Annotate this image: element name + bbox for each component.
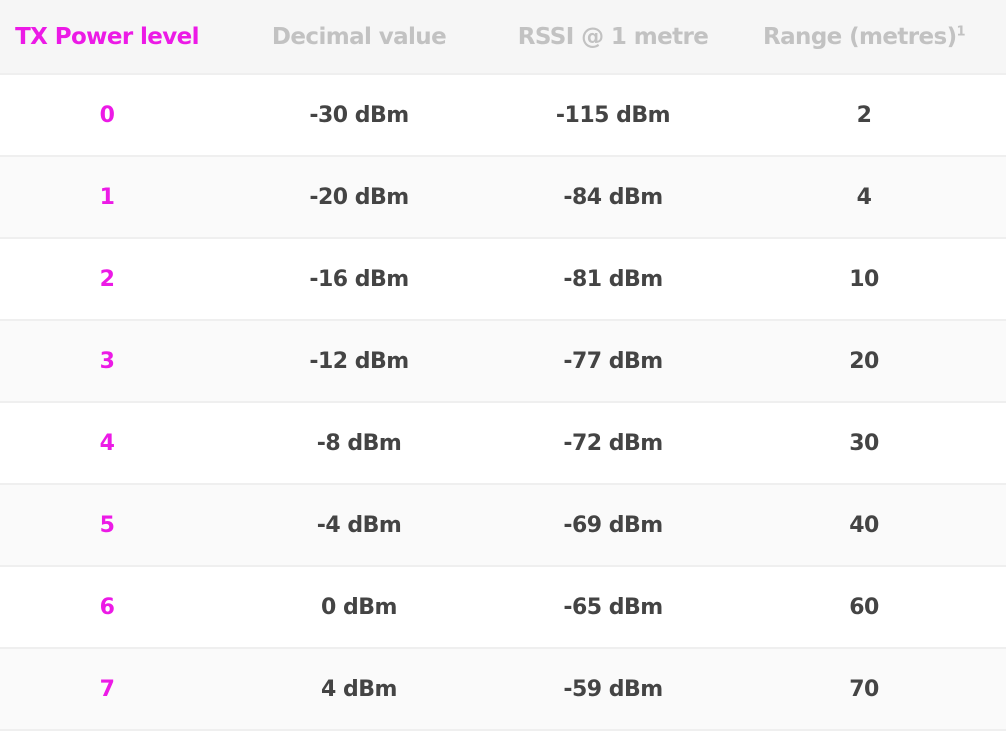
table-row: 1 -20 dBm -84 dBm 4 [0, 156, 1006, 238]
cell-tx-power-level: 5 [99, 512, 115, 538]
cell-range: 4 [856, 184, 872, 210]
cell-decimal-value: -12 dBm [309, 348, 409, 374]
cell-tx-power-level: 2 [99, 266, 115, 292]
cell-decimal-value: 0 dBm [321, 594, 397, 620]
cell-range: 30 [849, 430, 879, 456]
header-decimal-value: Decimal value [271, 23, 447, 50]
cell-range: 60 [849, 594, 879, 620]
cell-rssi: -65 dBm [563, 594, 663, 620]
cell-decimal-value: -8 dBm [316, 430, 402, 456]
cell-tx-power-level: 4 [99, 430, 115, 456]
table-row: 2 -16 dBm -81 dBm 10 [0, 238, 1006, 320]
range-footnote-marker: 1 [956, 23, 966, 39]
table-body: 0 -30 dBm -115 dBm 2 1 -20 dBm -84 dBm 4… [0, 74, 1006, 730]
table-row: 4 -8 dBm -72 dBm 30 [0, 402, 1006, 484]
cell-tx-power-level: 7 [99, 676, 115, 702]
cell-rssi: -69 dBm [563, 512, 663, 538]
table-row: 7 4 dBm -59 dBm 70 [0, 648, 1006, 730]
table-row: 5 -4 dBm -69 dBm 40 [0, 484, 1006, 566]
cell-range: 2 [856, 102, 872, 128]
tx-power-table: TX Power level Decimal value RSSI @ 1 me… [0, 0, 1006, 731]
cell-range: 10 [849, 266, 879, 292]
cell-tx-power-level: 0 [99, 102, 115, 128]
header-range: Range (metres)1 [722, 0, 1006, 74]
cell-tx-power-level: 1 [99, 184, 115, 210]
cell-rssi: -84 dBm [563, 184, 663, 210]
cell-range: 40 [849, 512, 879, 538]
cell-tx-power-level: 3 [99, 348, 115, 374]
cell-range: 20 [849, 348, 879, 374]
cell-decimal-value: -20 dBm [309, 184, 409, 210]
cell-decimal-value: -4 dBm [316, 512, 402, 538]
cell-range: 70 [849, 676, 879, 702]
cell-rssi: -59 dBm [563, 676, 663, 702]
cell-rssi: -72 dBm [563, 430, 663, 456]
header-row: TX Power level Decimal value RSSI @ 1 me… [0, 0, 1006, 74]
cell-tx-power-level: 6 [99, 594, 115, 620]
table-row: 0 -30 dBm -115 dBm 2 [0, 74, 1006, 156]
table-header: TX Power level Decimal value RSSI @ 1 me… [0, 0, 1006, 74]
table-row: 6 0 dBm -65 dBm 60 [0, 566, 1006, 648]
cell-decimal-value: 4 dBm [321, 676, 397, 702]
cell-rssi: -77 dBm [563, 348, 663, 374]
cell-rssi: -115 dBm [555, 102, 671, 128]
cell-decimal-value: -16 dBm [309, 266, 409, 292]
table-row: 3 -12 dBm -77 dBm 20 [0, 320, 1006, 402]
cell-rssi: -81 dBm [563, 266, 663, 292]
header-rssi: RSSI @ 1 metre [517, 23, 709, 50]
cell-decimal-value: -30 dBm [309, 102, 409, 128]
header-range-label: Range (metres) [763, 23, 957, 50]
header-tx-power-level: TX Power level [15, 23, 199, 50]
